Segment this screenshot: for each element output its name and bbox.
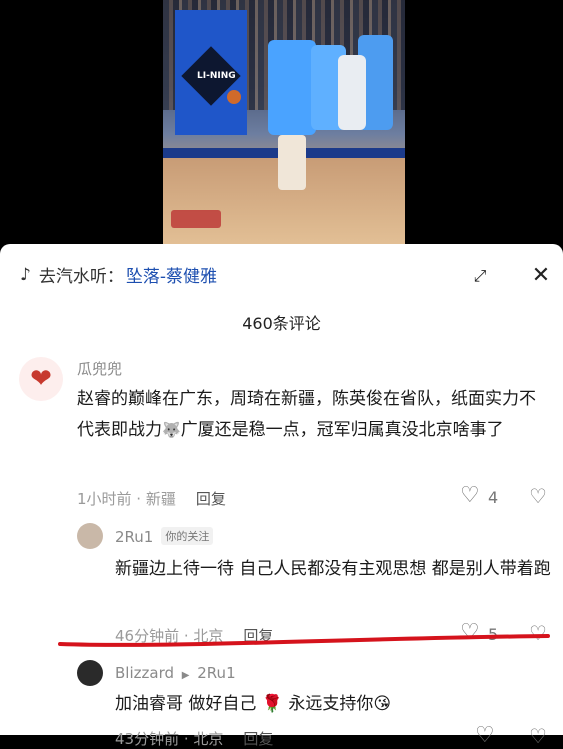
- reply-button[interactable]: 回复: [196, 490, 226, 508]
- reply-text: 加油睿哥 做好自己 🌹 永远支持你😘: [115, 689, 555, 720]
- reply-arrow-icon: ▶: [181, 670, 190, 681]
- heart-icon: ❤: [30, 364, 52, 394]
- reply-text-part2: 永远支持你: [288, 694, 374, 714]
- like-heart-icon[interactable]: ♡: [460, 483, 480, 508]
- music-link[interactable]: ♪ 去汽水听： 坠落-蔡健雅: [20, 262, 217, 288]
- reply-author[interactable]: 2Ru1 你的关注: [115, 527, 214, 546]
- comment-text: 赵睿的巅峰在广东，周琦在新疆，陈英俊在省队，纸面实力不代表即战力🐺广厦还是稳一点…: [77, 384, 552, 446]
- li-ning-logo: LI-NING: [197, 71, 236, 81]
- red-underline-annotation: [58, 634, 550, 647]
- rose-emoji-icon: 🌹: [261, 694, 283, 714]
- close-icon[interactable]: ✕: [529, 264, 553, 288]
- reply-text: 新疆边上待一待 自己人民都没有主观思想 都是别人带着跑: [115, 559, 551, 579]
- comment-time-location: 1小时前 · 新疆: [77, 490, 176, 508]
- reply-author-name: 2Ru1: [115, 528, 154, 546]
- reply-to-name: 2Ru1: [197, 664, 236, 682]
- player-figure: [338, 55, 366, 130]
- reply-meta: 43分钟前 · 北京 回复: [115, 728, 273, 749]
- reply-time-location: 43分钟前 · 北京: [115, 730, 224, 748]
- comment-text-part2: 广厦还是稳一点，冠军归属真没北京啥事了: [180, 420, 504, 440]
- kiss-emoji-icon: 😘: [373, 694, 392, 714]
- reply-author-name: Blizzard: [115, 664, 174, 682]
- basketball: [227, 90, 241, 104]
- music-song-title[interactable]: 坠落-蔡健雅: [126, 262, 217, 287]
- comment-meta: 1小时前 · 新疆 回复: [77, 488, 226, 509]
- dislike-broken-heart-icon[interactable]: ♡: [529, 484, 547, 508]
- reply-author[interactable]: Blizzard ▶ 2Ru1: [115, 664, 236, 682]
- video-frame[interactable]: LI-NING: [163, 0, 405, 244]
- reply-button[interactable]: 回复: [243, 730, 273, 748]
- comments-sheet: ♪ 去汽水听： 坠落-蔡健雅 ⤢ ✕ 460条评论 ❤ 瓜兜兜 赵睿的巅峰在广东…: [0, 244, 563, 748]
- comment-author[interactable]: 瓜兜兜: [77, 358, 122, 379]
- avatar[interactable]: [77, 660, 103, 686]
- like-heart-icon[interactable]: ♡: [475, 723, 495, 748]
- wolf-emoji-icon: 🐺: [162, 421, 181, 439]
- avatar[interactable]: [77, 523, 103, 549]
- avatar[interactable]: ❤: [19, 357, 63, 401]
- comment-count: 460条评论: [242, 314, 321, 333]
- player-figure: [268, 40, 316, 135]
- expand-icon[interactable]: ⤢: [470, 266, 490, 286]
- like-count: 4: [488, 488, 499, 507]
- following-badge: 你的关注: [161, 527, 214, 545]
- broadcast-logo: [171, 210, 221, 228]
- video-player[interactable]: LI-NING: [0, 0, 563, 244]
- dislike-broken-heart-icon[interactable]: ♡: [529, 724, 547, 748]
- reply-text-part1: 加油睿哥 做好自己: [115, 694, 257, 714]
- music-note-icon: ♪: [20, 264, 31, 285]
- music-prefix: 去汽水听：: [38, 267, 124, 287]
- player-legs: [278, 135, 306, 190]
